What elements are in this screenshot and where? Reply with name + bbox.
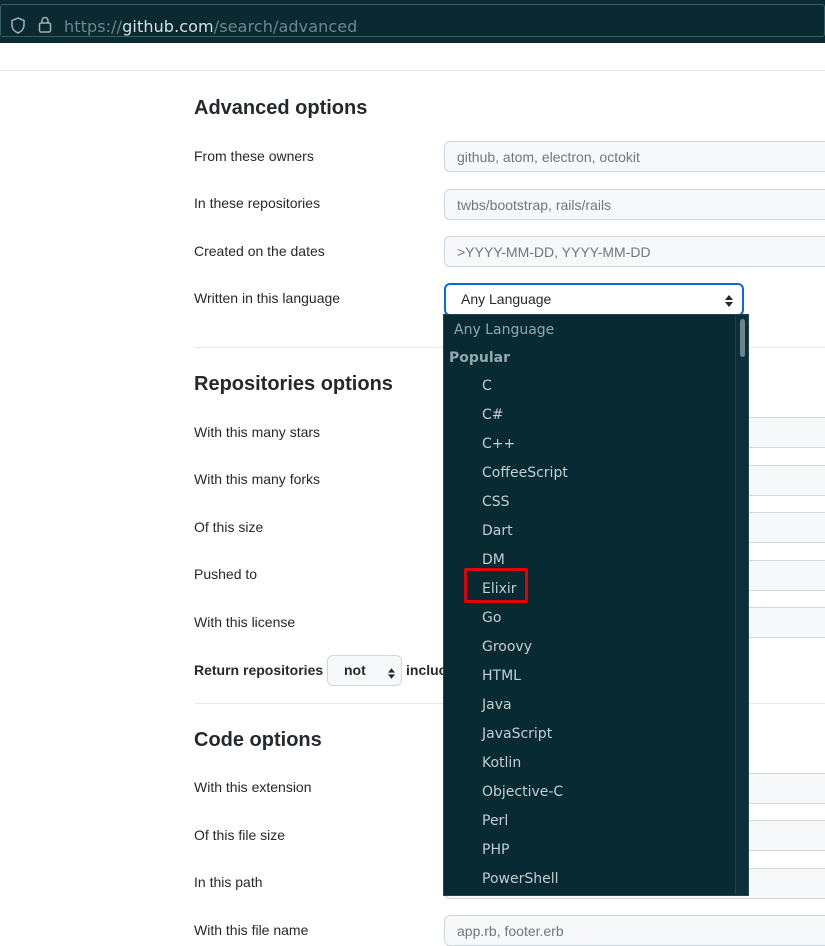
repositories-label: In these repositories (194, 195, 321, 211)
return-repositories-label: Return repositories (194, 662, 324, 678)
owners-label: From these owners (194, 148, 314, 164)
file-name-label: With this file name (194, 922, 309, 938)
language-dropdown-list[interactable]: Any Language Popular C C# C++ CoffeeScri… (443, 314, 749, 896)
dates-label: Created on the dates (194, 243, 325, 259)
language-label: Written in this language (194, 290, 341, 306)
dropdown-option[interactable]: C# (482, 407, 504, 423)
file-name-input[interactable]: app.rb, footer.erb (444, 915, 825, 946)
url-path: /search/advanced (213, 17, 358, 36)
stars-label: With this many stars (194, 424, 321, 440)
pushed-label: Pushed to (194, 566, 258, 582)
path-label: In this path (194, 874, 263, 890)
dropdown-option[interactable]: Go (482, 610, 501, 626)
dropdown-option[interactable]: CSS (482, 494, 510, 510)
divider (0, 70, 825, 71)
return-repositories-select[interactable]: not (327, 655, 402, 686)
dropdown-option[interactable]: Groovy (482, 639, 532, 655)
dropdown-option[interactable]: PHP (482, 842, 509, 858)
dropdown-option[interactable]: Objective-C (482, 784, 563, 800)
dropdown-option[interactable]: Dart (482, 523, 513, 539)
file-size-label: Of this file size (194, 827, 286, 843)
address-bar[interactable]: https://github.com/search/advanced (0, 4, 825, 37)
url-host: github.com (122, 17, 214, 36)
dropdown-scrollbar[interactable] (735, 315, 748, 895)
dropdown-option[interactable]: JavaScript (482, 726, 552, 742)
extension-label: With this extension (194, 779, 312, 795)
size-label: Of this size (194, 519, 264, 535)
repositories-options-heading: Repositories options (194, 373, 393, 395)
return-repositories-tail: incluc (406, 662, 447, 678)
browser-toolbar: https://github.com/search/advanced (0, 0, 825, 43)
dropdown-option[interactable]: PowerShell (482, 871, 558, 887)
select-arrows-icon (725, 294, 733, 310)
url-scheme: https:// (64, 17, 123, 36)
dropdown-option-any-language[interactable]: Any Language (454, 322, 554, 338)
owners-input[interactable]: github, atom, electron, octokit (444, 141, 825, 172)
dropdown-option[interactable]: DM (482, 552, 505, 568)
shield-icon[interactable] (10, 17, 26, 39)
language-select[interactable]: Any Language (444, 283, 744, 316)
license-label: With this license (194, 614, 296, 630)
dropdown-option[interactable]: C++ (482, 436, 515, 452)
dropdown-group-popular: Popular (449, 350, 511, 366)
forks-label: With this many forks (194, 471, 321, 487)
dropdown-option[interactable]: HTML (482, 668, 521, 684)
code-options-heading: Code options (194, 729, 322, 751)
dropdown-option[interactable]: Kotlin (482, 755, 521, 771)
url-text[interactable]: https://github.com/search/advanced (64, 17, 357, 36)
highlight-box-elixir (464, 568, 528, 603)
dropdown-option[interactable]: Perl (482, 813, 508, 829)
select-arrows-icon (388, 666, 395, 682)
dropdown-option[interactable]: Java (482, 697, 512, 713)
dropdown-scrollbar-thumb[interactable] (740, 319, 745, 357)
lock-icon[interactable] (38, 16, 52, 38)
repositories-input[interactable]: twbs/bootstrap, rails/rails (444, 189, 825, 220)
language-select-value: Any Language (461, 291, 552, 307)
dropdown-option[interactable]: C (482, 378, 492, 394)
return-select-value: not (344, 662, 366, 678)
dates-input[interactable]: >YYYY-MM-DD, YYYY-MM-DD (444, 236, 825, 267)
dropdown-option[interactable]: CoffeeScript (482, 465, 568, 481)
advanced-options-heading: Advanced options (194, 97, 368, 119)
